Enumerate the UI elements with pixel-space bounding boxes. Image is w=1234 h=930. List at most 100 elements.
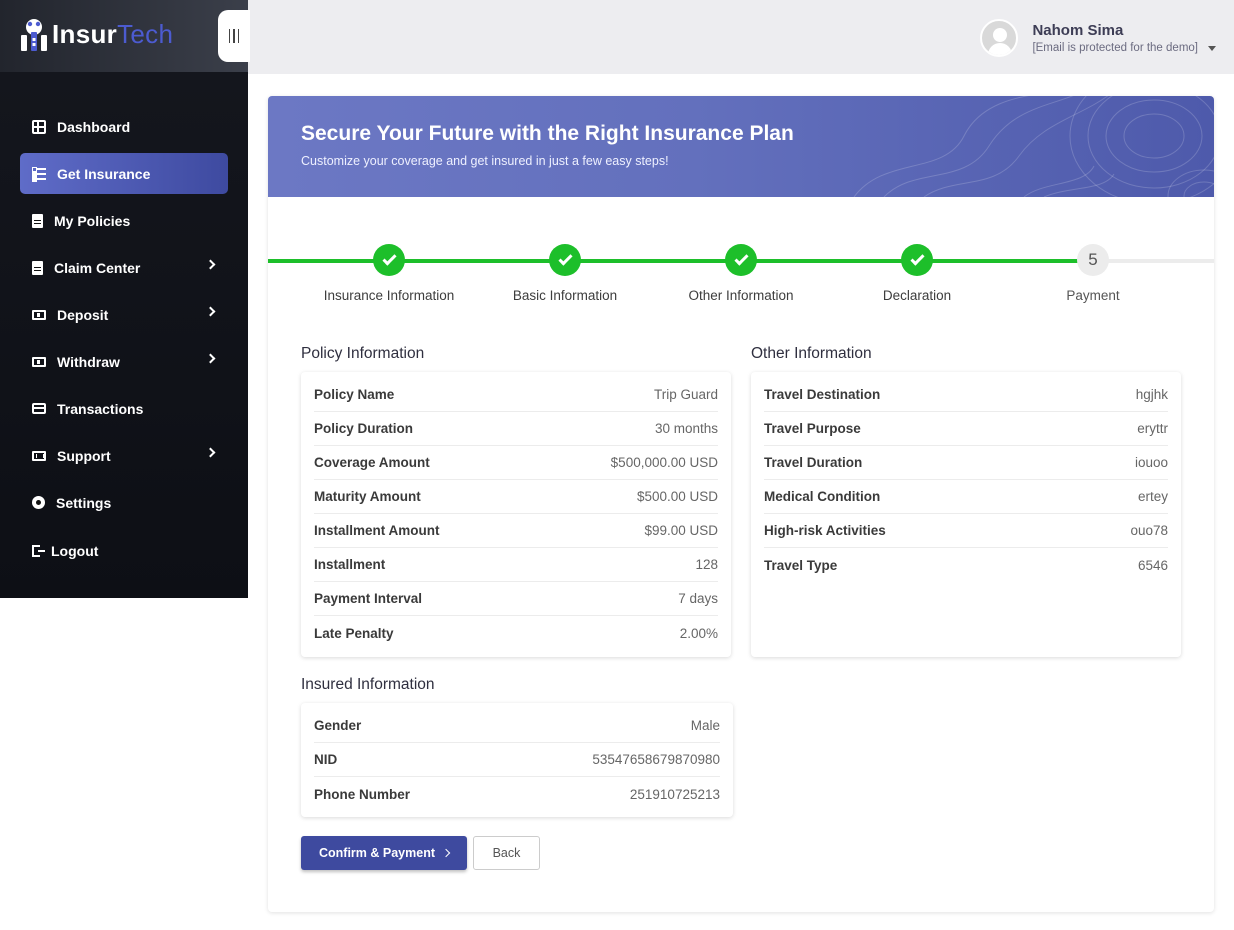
sidebar-item-label: Withdraw (57, 353, 120, 370)
menu-bars-icon (228, 29, 240, 43)
insured-information-title: Insured Information (301, 676, 435, 693)
step-label: Payment (1066, 288, 1120, 303)
chevron-down-icon[interactable] (1208, 45, 1216, 51)
top-header: InsurTech Nahom Sima [Email is protected… (0, 0, 1234, 74)
table-row: Coverage Amount $500,000.00 USD (314, 446, 718, 480)
sidebar-item-my-policies[interactable]: My Policies (20, 200, 228, 241)
table-row: Phone Number 251910725213 (314, 777, 720, 811)
logout-icon (32, 544, 45, 557)
sidebar-item-label: Support (57, 447, 111, 464)
avatar[interactable] (980, 19, 1019, 57)
insured-information-box: Gender Male NID 53547658679870980 Phone Nu… (301, 703, 733, 817)
sidebar: Dashboard Get Insurance My Policies Clai… (0, 72, 248, 598)
money-icon (32, 356, 46, 367)
row-value: $500,000.00 USD (610, 455, 718, 470)
row-value: 6546 (1137, 557, 1168, 573)
grid-icon (32, 119, 46, 134)
row-value: ertey (1137, 489, 1168, 504)
row-value: 53547658679870980 (592, 752, 720, 767)
row-value: 128 (695, 557, 718, 572)
row-label: Installment Amount (314, 523, 440, 538)
document-icon (32, 213, 43, 228)
sidebar-item-get-insurance[interactable]: Get Insurance (20, 153, 228, 194)
row-label: Travel Duration (764, 455, 863, 470)
table-row: High-risk Activities ouo78 (764, 514, 1168, 548)
cash-icon (32, 309, 46, 320)
row-label: NID (314, 752, 338, 767)
row-label: Phone Number (314, 786, 411, 802)
step-complete-check-icon (549, 244, 581, 276)
table-row: Payment Interval 7 days (314, 582, 718, 616)
sidebar-item-deposit[interactable]: Deposit (20, 294, 228, 335)
step-label: Basic Information (512, 288, 618, 303)
step-complete-check-icon (373, 244, 405, 276)
step-insurance-information[interactable]: Insurance Information (301, 244, 477, 303)
user-menu[interactable]: Nahom Sima [Email is protected for the d… (980, 18, 1216, 58)
row-value: eryttr (1137, 421, 1168, 436)
sidebar-item-dashboard[interactable]: Dashboard (20, 106, 228, 147)
page-banner: Secure Your Future with the Right Insura… (268, 96, 1214, 197)
confirm-payment-label: Confirm & Payment (319, 846, 435, 860)
step-payment[interactable]: 5 Payment (1005, 244, 1181, 303)
step-complete-check-icon (725, 244, 757, 276)
step-label: Insurance Information (323, 288, 455, 303)
row-label: Policy Duration (314, 421, 414, 436)
row-value: Trip Guard (653, 387, 718, 402)
brand-area: InsurTech (0, 0, 248, 72)
sidebar-item-label: Deposit (57, 306, 109, 323)
table-row: Travel Type 6546 (764, 548, 1168, 582)
step-basic-information[interactable]: Basic Information (477, 244, 653, 303)
step-number: 5 (1077, 244, 1109, 276)
row-label: Travel Type (764, 557, 838, 573)
user-email: [Email is protected for the demo] (1032, 42, 1198, 54)
list-check-icon (32, 166, 46, 181)
chevron-right-icon (205, 259, 216, 270)
sidebar-item-claim-center[interactable]: Claim Center (20, 247, 228, 288)
row-label: Travel Destination (764, 387, 881, 402)
sidebar-item-label: Get Insurance (57, 165, 151, 182)
table-row: Maturity Amount $500.00 USD (314, 480, 718, 514)
other-information-box: Travel Destination hgjhk Travel Purpose er… (751, 372, 1181, 657)
step-complete-check-icon (901, 244, 933, 276)
sidebar-item-label: Settings (56, 494, 112, 511)
insurance-form-card: Secure Your Future with the Right Insura… (268, 96, 1214, 912)
confirm-payment-button[interactable]: Confirm & Payment (301, 836, 467, 870)
row-label: Policy Name (314, 387, 395, 402)
sidebar-item-support[interactable]: Support (20, 435, 228, 476)
sidebar-item-transactions[interactable]: Transactions (20, 388, 228, 429)
sidebar-toggle-button[interactable] (218, 10, 250, 62)
table-row: Policy Name Trip Guard (314, 378, 718, 412)
brand-name[interactable]: InsurTech (52, 19, 173, 50)
user-name: Nahom Sima (1032, 22, 1124, 39)
step-other-information[interactable]: Other Information (653, 244, 829, 303)
step-declaration[interactable]: Declaration (829, 244, 1005, 303)
chevron-right-icon (441, 848, 451, 858)
row-label: Travel Purpose (764, 421, 861, 436)
table-row: NID 53547658679870980 (314, 743, 720, 777)
ticket-icon (32, 450, 46, 461)
sidebar-item-logout[interactable]: Logout (20, 530, 228, 571)
step-label: Declaration (882, 288, 952, 303)
sidebar-item-withdraw[interactable]: Withdraw (20, 341, 228, 382)
row-value: ouo78 (1130, 523, 1168, 538)
row-value: 251910725213 (629, 786, 720, 802)
row-value: iouoo (1134, 455, 1168, 470)
table-row: Policy Duration 30 months (314, 412, 718, 446)
row-value: Male (690, 718, 720, 733)
sidebar-item-label: Dashboard (57, 118, 131, 135)
row-value: 2.00% (679, 625, 718, 641)
chevron-right-icon (205, 447, 216, 458)
table-row: Travel Purpose eryttr (764, 412, 1168, 446)
row-label: Late Penalty (314, 625, 394, 641)
row-label: Installment (314, 557, 386, 572)
brand-name-part1: Insur (52, 19, 118, 49)
policy-information-box: Policy Name Trip Guard Policy Duration 30 … (301, 372, 731, 657)
topographic-pattern (853, 96, 1214, 197)
sidebar-item-settings[interactable]: Settings (20, 482, 228, 523)
brand-name-part2: Tech (117, 19, 174, 49)
table-row: Travel Destination hgjhk (764, 378, 1168, 412)
insurtech-logo-icon (21, 19, 47, 51)
row-value: $500.00 USD (636, 489, 718, 504)
row-label: Gender (314, 718, 362, 733)
back-button[interactable]: Back (473, 836, 540, 870)
